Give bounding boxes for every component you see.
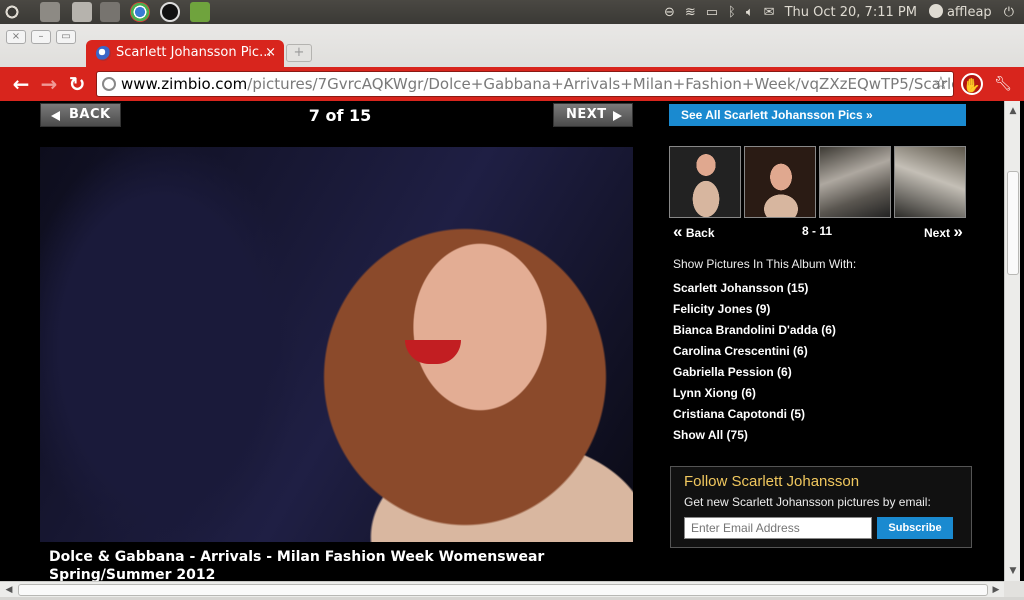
back-arrow-icon[interactable]: ←	[9, 72, 33, 96]
top-panel: ⊖ ≋ ▭ ᛒ 🔈︎ ✉ Thu Oct 20, 7:11 PM affleap…	[0, 0, 1024, 24]
window-minimize-button[interactable]: –	[31, 30, 51, 44]
person-filter-link[interactable]: Lynn Xiong (6)	[673, 385, 836, 406]
user-status-icon	[928, 4, 943, 18]
scroll-up-icon[interactable]: ▲	[1005, 103, 1021, 119]
browser-toolbar: ← → ↻ www.zimbio.com/pictures/7GvrcAQKWg…	[0, 67, 1024, 101]
window-close-button[interactable]: ×	[6, 30, 26, 44]
vertical-scroll-thumb[interactable]	[1007, 171, 1019, 275]
tab-title: Scarlett Johansson Pic...	[116, 45, 272, 60]
of-label: of	[325, 106, 344, 125]
battery-icon[interactable]: ▭	[706, 5, 718, 20]
chrome-browser-icon[interactable]	[130, 2, 150, 22]
subscribe-button[interactable]: Subscribe	[877, 517, 953, 539]
url-path: /pictures/7GvrcAQKWgr/Dolce+Gabbana+Arri…	[247, 75, 954, 93]
adblock-icon[interactable]: ✋	[961, 73, 983, 95]
gallery-back-button[interactable]: BACK	[40, 103, 121, 127]
photo-counter: 7 of 15	[300, 106, 380, 125]
bluetooth-icon[interactable]: ᛒ	[728, 5, 736, 20]
double-right-arrow-icon: »	[953, 222, 963, 241]
see-all-pics-button[interactable]: See All Scarlett Johansson Pics »	[669, 104, 966, 126]
main-photo[interactable]	[40, 147, 633, 542]
total-photos: 15	[348, 106, 372, 125]
people-filter-list: Scarlett Johansson (15) Felicity Jones (…	[673, 280, 836, 448]
clock[interactable]: Thu Oct 20, 7:11 PM	[785, 5, 917, 20]
scroll-down-icon[interactable]: ▼	[1005, 563, 1021, 579]
person-filter-link[interactable]: Cristiana Capotondi (5)	[673, 406, 836, 427]
double-left-arrow-icon: «	[673, 222, 683, 241]
horizontal-scroll-thumb[interactable]	[18, 584, 988, 596]
thumbs-next-label: Next	[924, 226, 951, 240]
photo-detail	[405, 340, 461, 364]
gallery-next-button[interactable]: NEXT	[553, 103, 633, 127]
zimbio-favicon-icon	[96, 46, 111, 61]
page-content: BACK 7 of 15 NEXT Dolce & Gabbana - Arri…	[0, 101, 1004, 581]
wrench-icon[interactable]: 🔧︎	[992, 73, 1014, 95]
thumbs-back-label: Back	[685, 226, 715, 240]
current-photo-number: 7	[308, 106, 320, 125]
thumbs-next-link[interactable]: Next »	[924, 222, 963, 242]
new-tab-button[interactable]: +	[286, 44, 312, 62]
show-all-link[interactable]: Show All (75)	[673, 427, 836, 448]
wifi-icon[interactable]: ≋	[685, 5, 696, 20]
thumbs-back-link[interactable]: « Back	[673, 222, 715, 242]
person-filter-link[interactable]: Felicity Jones (9)	[673, 301, 836, 322]
reload-icon[interactable]: ↻	[65, 72, 89, 96]
forward-arrow-icon[interactable]: →	[37, 72, 61, 96]
thumbnail[interactable]	[669, 146, 741, 218]
follow-box: Follow Scarlett Johansson Get new Scarle…	[670, 466, 972, 548]
horizontal-scrollbar[interactable]: ◀ ▶	[0, 581, 1004, 597]
person-filter-link[interactable]: Gabriella Pession (6)	[673, 364, 836, 385]
follow-description: Get new Scarlett Johansson pictures by e…	[684, 495, 931, 509]
browser-tab[interactable]: Scarlett Johansson Pic... ×	[86, 40, 284, 67]
scroll-left-icon[interactable]: ◀	[1, 582, 17, 598]
user-menu[interactable]: affleap	[928, 4, 992, 20]
people-icon[interactable]	[100, 2, 120, 22]
power-icon[interactable]: ⏻	[1004, 5, 1014, 20]
dash-circle-icon[interactable]: ⊖	[664, 5, 675, 20]
bookmark-star-icon[interactable]: ☆	[933, 72, 949, 96]
person-filter-link[interactable]: Scarlett Johansson (15)	[673, 280, 836, 301]
show-pictures-heading: Show Pictures In This Album With:	[673, 257, 857, 271]
globe-icon	[102, 77, 116, 91]
thumbnail[interactable]	[894, 146, 966, 218]
scroll-right-icon[interactable]: ▶	[988, 582, 1004, 598]
app-launcher-icon[interactable]	[40, 2, 60, 22]
vertical-scrollbar[interactable]: ▲ ▼	[1004, 101, 1020, 581]
email-field[interactable]	[684, 517, 872, 539]
tab-close-icon[interactable]: ×	[265, 45, 276, 60]
photo-caption: Dolce & Gabbana - Arrivals - Milan Fashi…	[49, 549, 545, 581]
thumbnail[interactable]	[819, 146, 891, 218]
puzzle-icon[interactable]	[190, 2, 210, 22]
thumbs-range: 8 - 11	[802, 224, 833, 238]
person-filter-link[interactable]: Bianca Brandolini D'adda (6)	[673, 322, 836, 343]
ubuntu-logo-icon[interactable]	[2, 2, 22, 22]
follow-title: Follow Scarlett Johansson	[684, 473, 860, 490]
url-host: www.zimbio.com	[121, 75, 248, 93]
address-bar[interactable]: www.zimbio.com/pictures/7GvrcAQKWgr/Dolc…	[96, 71, 954, 97]
window-maximize-button[interactable]: ▭	[56, 30, 76, 44]
thumbnail[interactable]	[744, 146, 816, 218]
system-tray: ⊖ ≋ ▭ ᛒ 🔈︎ ✉ Thu Oct 20, 7:11 PM affleap…	[664, 0, 1024, 24]
browser-chrome: × – ▭ Scarlett Johansson Pic... × + ← → …	[0, 24, 1024, 101]
text-editor-icon[interactable]	[72, 2, 92, 22]
media-player-icon[interactable]	[160, 2, 180, 22]
username: affleap	[946, 5, 992, 20]
person-filter-link[interactable]: Carolina Crescentini (6)	[673, 343, 836, 364]
volume-icon[interactable]: 🔈︎	[746, 5, 754, 20]
mail-icon[interactable]: ✉	[764, 5, 775, 20]
